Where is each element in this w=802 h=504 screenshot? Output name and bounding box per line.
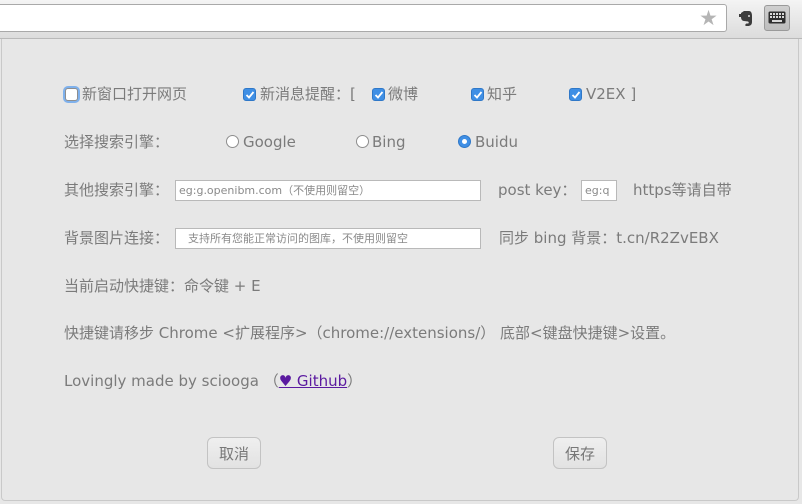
- notify-checkbox[interactable]: [243, 88, 256, 101]
- other-engine-input[interactable]: [175, 180, 481, 201]
- post-key-input[interactable]: [581, 180, 617, 201]
- open-new-window-label: 新窗口打开网页: [82, 85, 188, 103]
- notify-v2ex-label: V2EX ]: [586, 85, 637, 103]
- engine-bing-label: Bing: [372, 133, 406, 151]
- checkmark-icon: [374, 91, 384, 99]
- keyboard-icon: [768, 11, 786, 24]
- footer-credit-text: Lovingly made by sciooga （: [64, 372, 279, 390]
- checkmark-icon: [245, 91, 255, 99]
- browser-toolbar: ★: [0, 0, 802, 39]
- engine-bing-radio[interactable]: [356, 135, 369, 148]
- background-url-input[interactable]: [175, 228, 481, 249]
- footer-credit: Lovingly made by sciooga （♥ Github）: [64, 371, 362, 391]
- options-panel: 新窗口打开网页 新消息提醒：[ 微博 知乎 V2EX ] 选择搜索引擎： Goo…: [1, 39, 799, 501]
- engine-google-label: Google: [243, 133, 296, 151]
- engine-google-radio[interactable]: [226, 135, 239, 148]
- bookmark-star-icon[interactable]: ★: [699, 7, 718, 29]
- checkmark-icon: [571, 91, 581, 99]
- github-link[interactable]: ♥ Github: [279, 372, 347, 390]
- checkmark-icon: [473, 91, 483, 99]
- cancel-button[interactable]: 取消: [207, 437, 261, 469]
- notify-weibo-label: 微博: [388, 85, 419, 103]
- notify-label: 新消息提醒：[: [260, 85, 356, 103]
- current-shortcut-text: 当前启动快捷键：命令键 + E: [64, 277, 261, 295]
- engine-buidu-label: Buidu: [475, 133, 518, 151]
- notify-zhihu-checkbox[interactable]: [471, 88, 484, 101]
- notify-zhihu-label: 知乎: [487, 85, 518, 103]
- search-engine-label: 选择搜索引擎：: [64, 133, 170, 151]
- background-label: 背景图片连接：: [64, 229, 170, 247]
- shortcut-hint-text: 快捷键请移步 Chrome <扩展程序>（chrome://extensions…: [64, 324, 676, 342]
- bing-sync-text: 同步 bing 背景：t.cn/R2ZvEBX: [499, 229, 719, 247]
- keyboard-extension-button[interactable]: [764, 5, 790, 31]
- address-bar[interactable]: ★: [0, 4, 727, 32]
- notify-weibo-checkbox[interactable]: [372, 88, 385, 101]
- evernote-elephant-icon[interactable]: [738, 10, 754, 27]
- save-button[interactable]: 保存: [553, 437, 607, 469]
- other-engine-label: 其他搜索引擎：: [64, 181, 170, 199]
- footer-close-paren: ）: [347, 372, 363, 390]
- open-new-window-checkbox[interactable]: [65, 88, 78, 101]
- https-note: https等请自带: [633, 181, 732, 199]
- post-key-label: post key：: [498, 181, 577, 199]
- engine-buidu-radio[interactable]: [458, 135, 471, 148]
- notify-v2ex-checkbox[interactable]: [569, 88, 582, 101]
